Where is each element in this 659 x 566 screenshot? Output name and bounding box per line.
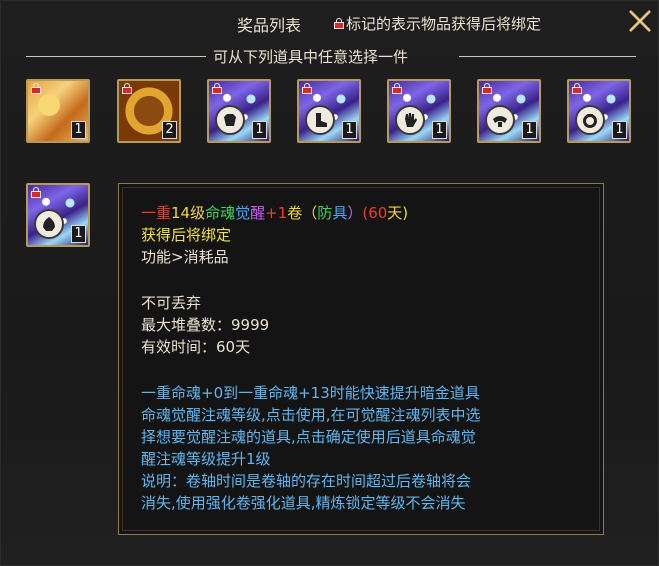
item-name-part: 觉 — [235, 204, 251, 222]
item-name-part: (60 — [362, 204, 388, 222]
boots-badge-icon — [305, 105, 335, 135]
lock-icon — [334, 18, 344, 29]
lock-icon — [31, 187, 41, 198]
reward-slot-armor-5[interactable]: 1 — [567, 79, 631, 143]
divider-left — [26, 56, 206, 57]
item-count: 1 — [342, 121, 357, 139]
description-line: 消失,使用强化卷强化道具,精炼锁定等级不会消失 — [141, 494, 466, 512]
max-stack-text: 最大堆叠数：9999 — [141, 316, 270, 334]
duration-text: 有效时间：60天 — [141, 338, 251, 356]
cloak-badge-icon — [34, 209, 64, 239]
bind-notice: 标记的表示物品获得后将绑定 — [334, 13, 541, 34]
item-name-part: 防 — [317, 204, 333, 222]
lock-icon — [482, 83, 492, 94]
item-name-part: 具 — [332, 204, 348, 222]
divider-right — [459, 56, 636, 57]
lock-icon — [392, 83, 402, 94]
description-line: 命魂觉醒注魂等级,点击使用,在可觉醒注魂列表中选 — [141, 406, 481, 424]
close-button[interactable] — [626, 7, 654, 35]
lock-icon — [212, 83, 222, 94]
item-count: 1 — [432, 121, 447, 139]
item-name-part: 天) — [387, 204, 409, 222]
item-name-part: 命魂 — [205, 204, 236, 222]
reward-slot-armor-2[interactable]: 1 — [297, 79, 361, 143]
item-category: 功能>消耗品 — [141, 248, 229, 266]
description-line: 一重命魂+0到一重命魂+13时能快速提升暗金道具 — [141, 384, 480, 402]
item-name-part: 醒 — [250, 204, 266, 222]
item-name-part: +1 — [265, 204, 288, 222]
reward-slot-armor-1[interactable]: 1 — [207, 79, 271, 143]
item-tooltip: 一重14级命魂觉醒+1卷（防具）(60天) 获得后将绑定 功能>消耗品 不可丢弃… — [118, 183, 604, 535]
item-count: 1 — [252, 121, 267, 139]
selection-subtitle: 可从下列道具中任意选择一件 — [213, 48, 409, 66]
bind-notice-text: 标记的表示物品获得后将绑定 — [346, 15, 542, 33]
armor-badge-icon — [215, 105, 245, 135]
bind-status: 获得后将绑定 — [141, 226, 232, 244]
item-name-part: 14级 — [171, 204, 206, 222]
undroppable-text: 不可丢弃 — [141, 294, 202, 312]
lock-icon — [302, 83, 312, 94]
item-count: 1 — [71, 121, 86, 139]
item-count: 1 — [612, 121, 627, 139]
item-name-part: ） — [347, 204, 363, 222]
selected-item-slot[interactable]: 1 — [26, 183, 90, 247]
item-count: 2 — [162, 121, 177, 139]
reward-slot-armor-4[interactable]: 1 — [477, 79, 541, 143]
lock-icon — [572, 83, 582, 94]
gloves-badge-icon — [395, 105, 425, 135]
item-count: 1 — [522, 121, 537, 139]
panel-title: 奖品列表 — [237, 16, 302, 35]
close-icon[interactable] — [626, 7, 654, 35]
item-count: 1 — [71, 225, 86, 243]
description-line: 醒注魂等级提升1级 — [141, 450, 271, 468]
reward-panel: 奖品列表 标记的表示物品获得后将绑定 可从下列道具中任意选择一件 1 2 1 1… — [0, 0, 659, 566]
item-name: 一重14级命魂觉醒+1卷（防具）(60天) — [141, 204, 408, 223]
lock-icon — [31, 83, 41, 94]
item-name-part: 卷（ — [287, 204, 318, 222]
lock-icon — [122, 83, 132, 94]
reward-slot-golden-orb[interactable]: 2 — [117, 79, 181, 143]
ring-badge-icon — [575, 105, 605, 135]
reward-slot-scroll[interactable]: 1 — [26, 79, 90, 143]
description-line: 择想要觉醒注魂的道具,点击确定使用后道具命魂觉 — [141, 428, 476, 446]
reward-slot-armor-3[interactable]: 1 — [387, 79, 451, 143]
description-line: 说明：卷轴时间是卷轴的存在时间超过后卷轴将会 — [141, 472, 472, 490]
belt-badge-icon — [485, 105, 515, 135]
item-name-part: 一重 — [141, 204, 172, 222]
